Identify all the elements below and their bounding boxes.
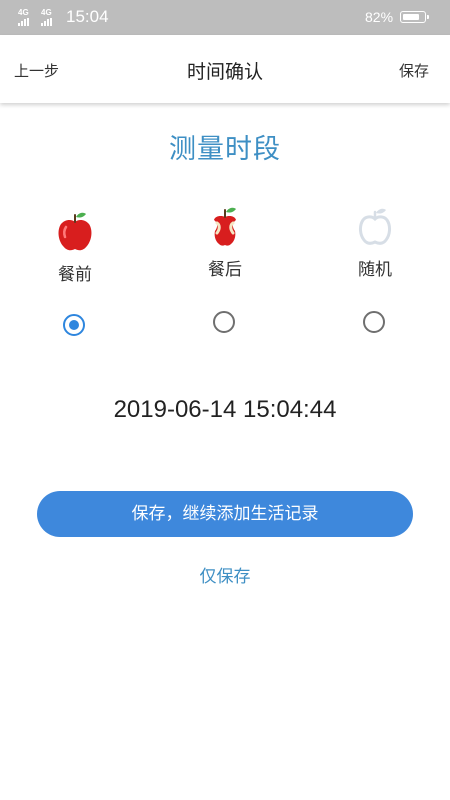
period-label: 随机 <box>358 260 392 280</box>
save-only-button[interactable]: 仅保存 <box>0 562 450 587</box>
whole-apple-icon <box>58 212 92 251</box>
signal-type-label: 4G <box>18 8 29 17</box>
page-title: 时间确认 <box>186 61 263 83</box>
measurement-datetime[interactable]: 2019-06-14 15:04:44 <box>0 396 450 424</box>
signal-icon: 4G <box>41 9 52 26</box>
period-option-after-meal[interactable]: 餐后 <box>175 205 275 280</box>
save-and-continue-button[interactable]: 保存，继续添加生活记录 <box>37 491 413 537</box>
period-option-random[interactable]: 随机 <box>325 205 425 280</box>
apple-core-icon <box>214 207 236 246</box>
radio-after-meal[interactable] <box>213 311 235 333</box>
save-button[interactable]: 保存 <box>399 60 429 81</box>
radio-random[interactable] <box>363 311 385 333</box>
battery-level-fill <box>403 14 419 20</box>
signal-type-label: 4G <box>41 8 52 17</box>
nav-bar: 上一步 时间确认 保存 <box>0 35 450 103</box>
signal-icon: 4G <box>18 9 29 26</box>
status-time: 15:04 <box>66 7 109 26</box>
radio-before-meal[interactable] <box>63 314 85 336</box>
battery-icon <box>400 11 429 23</box>
apple-outline-icon <box>359 208 391 245</box>
period-label: 餐后 <box>208 260 242 280</box>
period-option-before-meal[interactable]: 餐前 <box>25 210 125 285</box>
status-bar: 4G 4G 15:04 82% <box>0 0 450 35</box>
period-label: 餐前 <box>58 265 92 285</box>
section-title: 测量时段 <box>169 134 281 165</box>
battery-percentage: 82% <box>365 9 394 25</box>
